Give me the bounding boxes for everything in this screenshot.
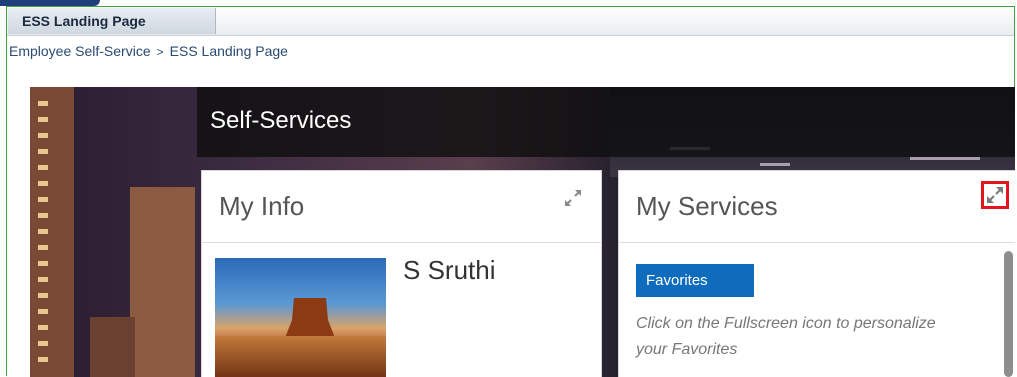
favorites-button[interactable]: Favorites xyxy=(636,264,754,297)
tab-bar: ESS Landing Page xyxy=(7,7,1014,36)
my-info-tile: My Info S Sruthi xyxy=(202,171,601,377)
my-info-header: My Info xyxy=(202,171,601,243)
tab-ess-landing-page[interactable]: ESS Landing Page xyxy=(8,8,216,34)
favorites-hint: Click on the Fullscreen icon to personal… xyxy=(636,315,936,358)
my-services-header: My Services xyxy=(619,171,1015,243)
background-building xyxy=(130,187,195,377)
self-services-header: Self-Services xyxy=(197,87,1015,157)
main-frame: ESS Landing Page Employee Self-Service > E… xyxy=(6,6,1015,377)
fullscreen-icon[interactable] xyxy=(981,181,1009,209)
breadcrumb-current: ESS Landing Page xyxy=(169,43,288,59)
my-info-title: My Info xyxy=(219,191,305,221)
background-building xyxy=(90,317,135,377)
self-services-title: Self-Services xyxy=(210,107,352,134)
scrollbar[interactable] xyxy=(1004,251,1013,377)
my-services-title: My Services xyxy=(636,191,778,221)
landing-content: Self-Services My Info S Sruthi My Servic… xyxy=(30,87,1015,377)
profile-photo xyxy=(215,258,386,377)
background-building xyxy=(30,87,74,377)
breadcrumb-separator: > xyxy=(156,45,164,59)
breadcrumb-root[interactable]: Employee Self-Service xyxy=(9,43,151,59)
breadcrumb: Employee Self-Service > ESS Landing Page xyxy=(9,43,288,59)
user-name: S Sruthi xyxy=(403,255,496,285)
my-services-tile: My Services Favorites Click on the Fulls… xyxy=(619,171,1015,377)
fullscreen-icon[interactable] xyxy=(562,187,584,209)
